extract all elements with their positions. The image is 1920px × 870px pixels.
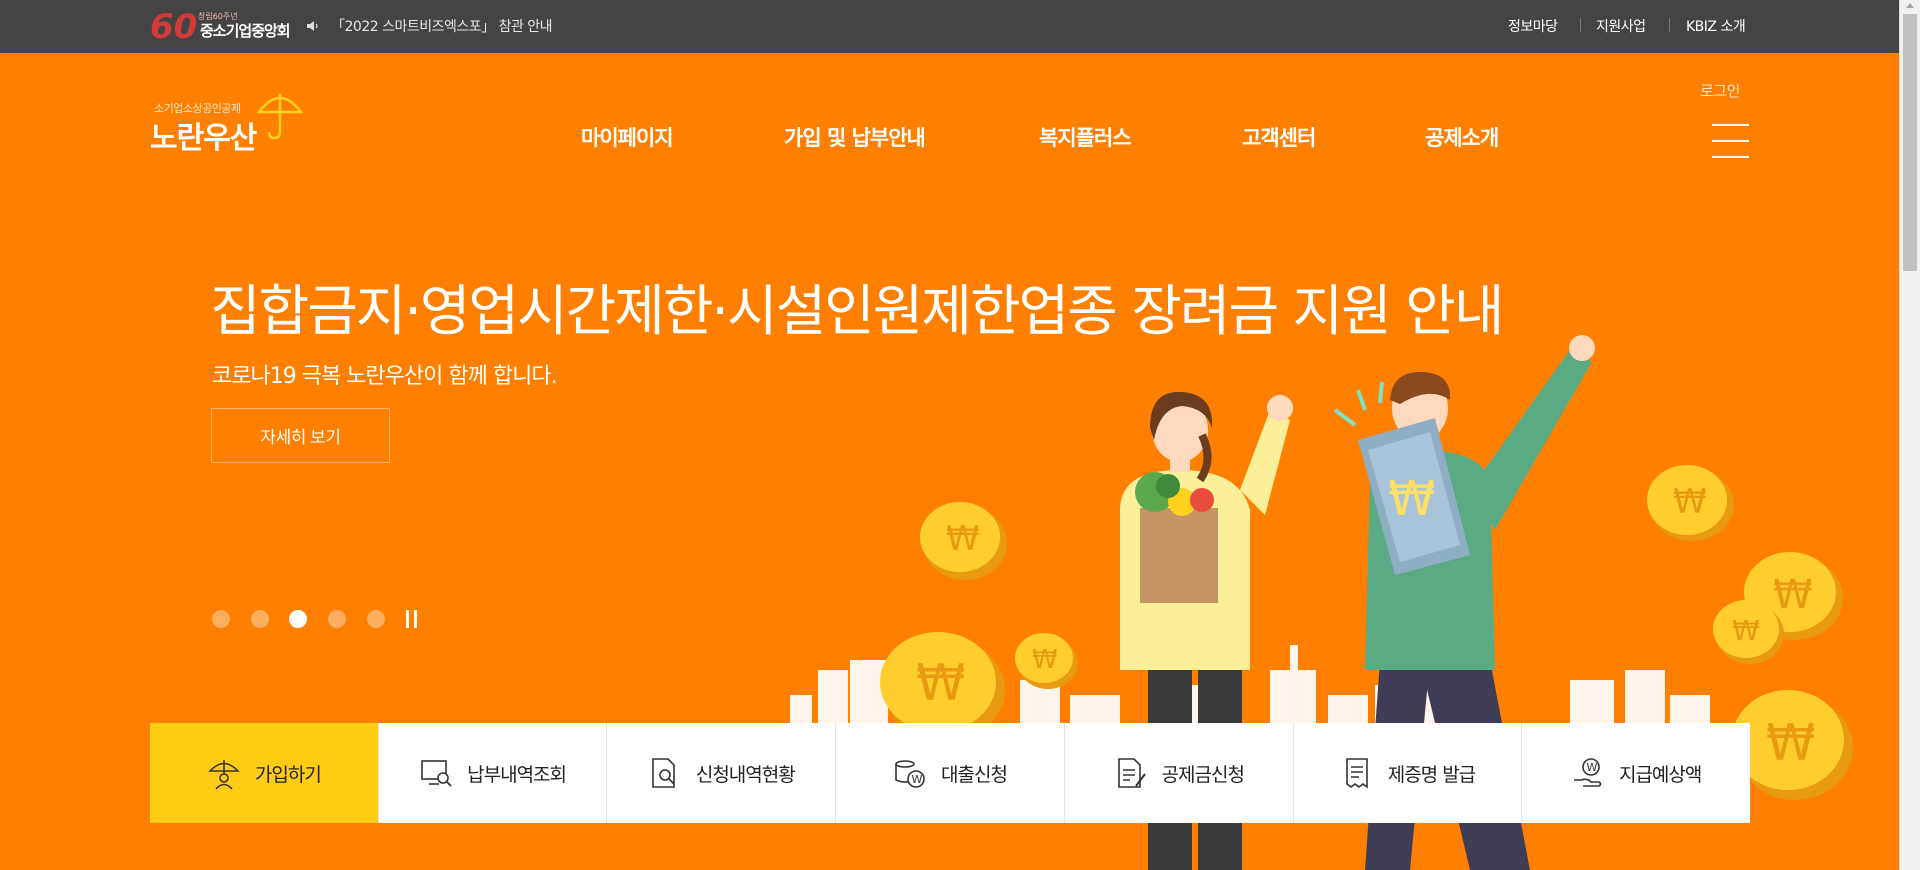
hero-subtitle: 코로나19 극복 노란우산이 함께 합니다. — [212, 364, 558, 389]
slide-dot-3[interactable] — [289, 610, 307, 628]
util-link-info[interactable]: 정보마당 — [1508, 16, 1558, 36]
coin-1: ₩ — [920, 502, 1007, 580]
slide-dot-5[interactable] — [367, 610, 385, 628]
quick-label: 납부내역조회 — [467, 763, 567, 786]
coin-7: ₩ — [1732, 690, 1853, 800]
umbrella-logo-icon[interactable] — [256, 88, 304, 140]
quick-application-status[interactable]: 신청내역현황 — [606, 723, 836, 823]
util-separator — [1669, 18, 1670, 32]
quick-label: 가입하기 — [254, 763, 322, 786]
util-link-support[interactable]: 지원사업 — [1596, 16, 1646, 36]
svg-text:₩: ₩ — [1388, 471, 1435, 527]
quick-loan[interactable]: W 대출신청 — [835, 723, 1064, 823]
page-scrollbar[interactable] — [1899, 0, 1920, 870]
quick-claim[interactable]: 공제금신청 — [1063, 723, 1293, 823]
quick-label: 제증명 발급 — [1387, 763, 1476, 786]
speaker-icon — [307, 21, 318, 31]
svg-text:₩: ₩ — [1766, 714, 1815, 772]
hand-won-icon: W — [1573, 758, 1602, 787]
hamburger-menu-icon[interactable] — [1712, 124, 1749, 158]
svg-text:₩: ₩ — [1032, 645, 1058, 675]
svg-text:₩: ₩ — [1773, 572, 1813, 618]
anniversary-60-logo[interactable]: 60 — [150, 8, 196, 44]
nav-mypage[interactable]: 마이페이지 — [581, 122, 674, 152]
document-search-icon — [652, 758, 675, 788]
pause-icon[interactable] — [406, 610, 420, 628]
coin-4: ₩ — [1647, 465, 1734, 541]
quick-label: 지급예상액 — [1618, 763, 1702, 786]
brand-logo-text[interactable]: 노란우산 — [150, 113, 257, 157]
slide-dot-4[interactable] — [328, 610, 346, 628]
monitor-search-icon — [421, 760, 452, 787]
nav-welfare-plus[interactable]: 복지플러스 — [1039, 122, 1132, 152]
svg-text:60: 60 — [150, 8, 196, 44]
hero-detail-button[interactable]: 자세히 보기 — [211, 408, 390, 463]
umbrella-person-icon — [208, 760, 240, 790]
org-name[interactable]: 중소기업중앙회 — [200, 20, 291, 41]
quick-label: 대출신청 — [941, 763, 1008, 786]
quick-payment-history[interactable]: 납부내역조회 — [377, 723, 607, 823]
svg-text:₩: ₩ — [916, 654, 965, 712]
login-link[interactable]: 로그인 — [1700, 80, 1740, 101]
notice-link[interactable]: 「2022 스마트비즈엑스포」 참관 안내 — [331, 16, 553, 36]
quick-label: 공제금신청 — [1161, 763, 1245, 786]
coins-won-icon: W — [895, 760, 925, 788]
util-link-about[interactable]: KBIZ 소개 — [1686, 16, 1746, 36]
util-separator — [1580, 18, 1581, 32]
slide-dot-2[interactable] — [251, 610, 269, 628]
svg-text:₩: ₩ — [946, 519, 980, 559]
nav-join-payment[interactable]: 가입 및 납부안내 — [784, 122, 926, 152]
scroll-up-icon[interactable] — [1906, 3, 1914, 8]
document-pen-icon — [1117, 758, 1146, 788]
receipt-icon — [1345, 758, 1368, 789]
svg-text:W: W — [912, 773, 923, 786]
top-utility-bar: 60 창립60주년 중소기업중앙회 「2022 스마트비즈엑스포」 참관 안내 … — [0, 0, 1899, 53]
svg-text:₩: ₩ — [1732, 614, 1760, 647]
nav-about-fund[interactable]: 공제소개 — [1425, 122, 1499, 152]
svg-text:₩: ₩ — [1673, 482, 1707, 522]
quick-join[interactable]: 가입하기 — [150, 723, 378, 823]
quick-menu: 가입하기 납부내역조회 신청내역현황 W 대출신청 공제금신청 제증명 발급 W… — [150, 723, 1751, 823]
slide-dot-1[interactable] — [212, 610, 230, 628]
scrollbar-thumb[interactable] — [1903, 14, 1917, 271]
svg-text:W: W — [1586, 761, 1597, 774]
quick-certificate[interactable]: 제증명 발급 — [1292, 723, 1522, 823]
quick-expected-payment[interactable]: W 지급예상액 — [1521, 723, 1751, 823]
nav-customer-center[interactable]: 고객센터 — [1242, 122, 1316, 152]
quick-label: 신청내역현황 — [695, 763, 796, 786]
